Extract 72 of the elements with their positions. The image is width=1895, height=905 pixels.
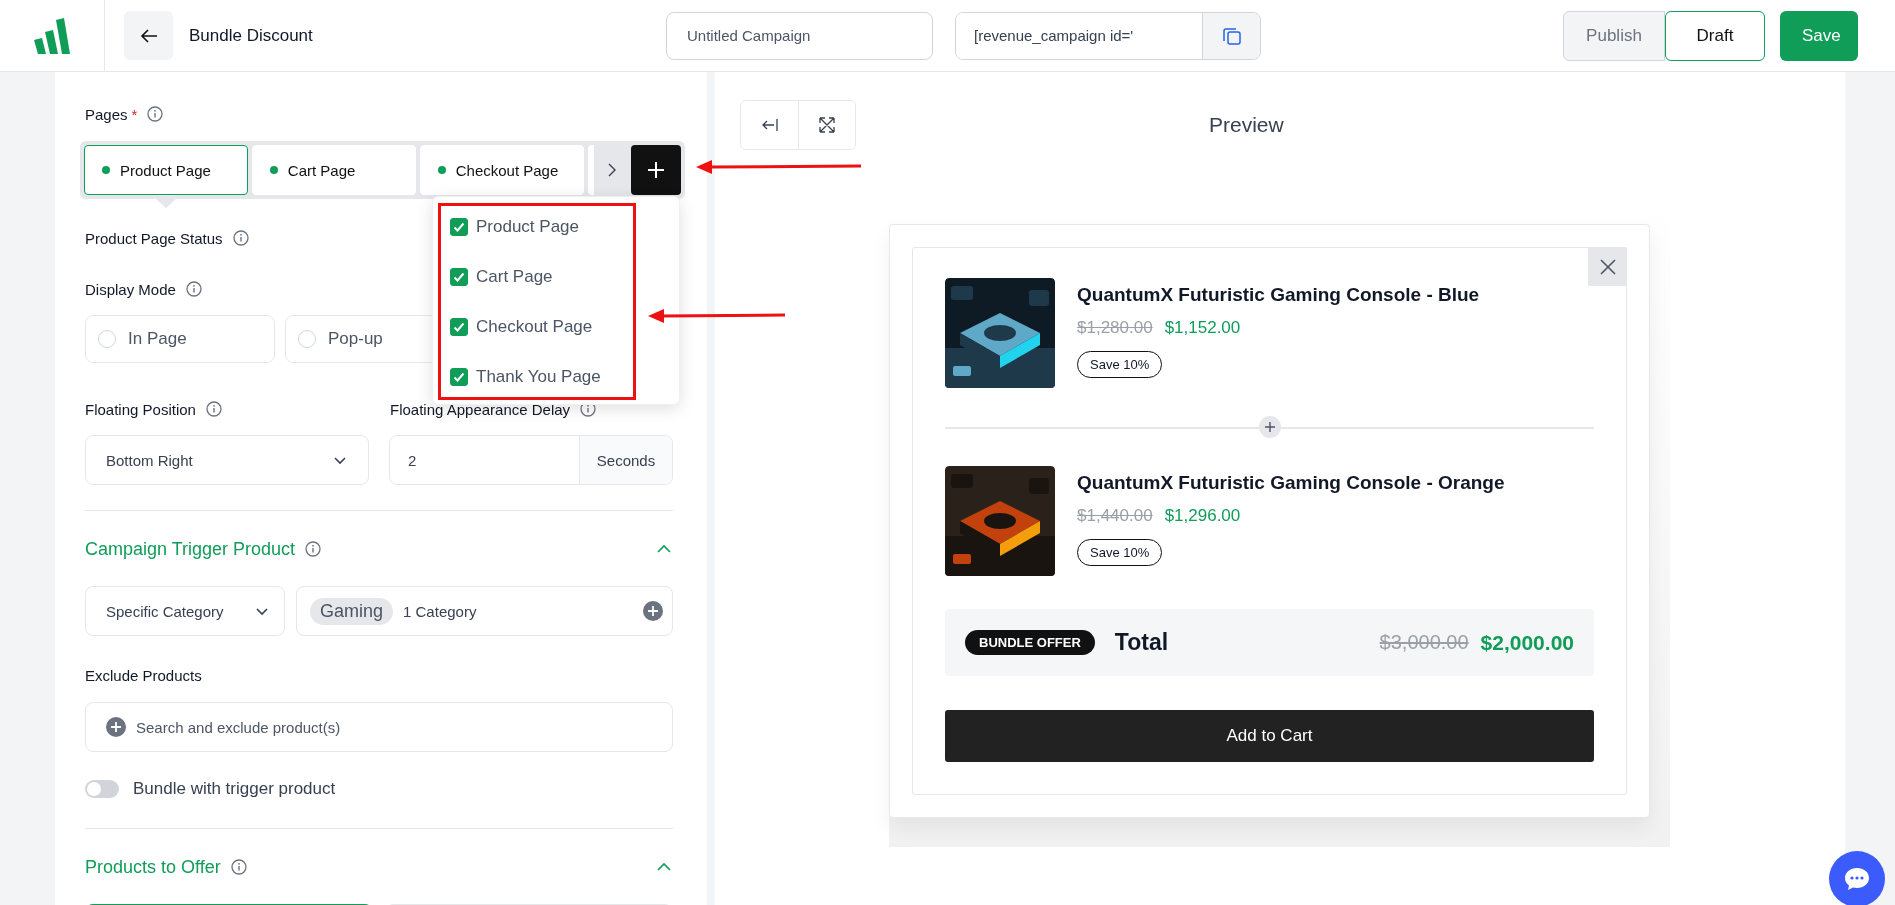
unit-label: Seconds — [579, 436, 672, 484]
page-tab[interactable]: Product Page — [84, 145, 248, 195]
checkbox[interactable] — [450, 368, 468, 386]
page-tab[interactable]: Cart Page — [251, 145, 416, 195]
add-product-button[interactable] — [1258, 416, 1281, 438]
checkbox[interactable] — [450, 318, 468, 336]
position-select[interactable]: Bottom Right — [85, 435, 370, 485]
chat-button[interactable] — [1829, 851, 1885, 905]
toggle-label: Bundle with trigger product — [133, 779, 336, 799]
plus-icon — [643, 601, 663, 621]
plus-icon — [646, 160, 667, 180]
checkbox[interactable] — [450, 218, 468, 236]
sale-price: $1,296.00 — [1164, 506, 1241, 526]
section-title: Campaign Trigger Product — [85, 538, 296, 560]
dropdown-item[interactable]: Product Page — [433, 202, 679, 252]
field-label: Display Mode — [85, 280, 176, 298]
info-icon — [205, 401, 222, 417]
total-price: $2,000.00 — [1480, 630, 1574, 655]
add-to-cart-button[interactable]: Add to Cart — [945, 710, 1594, 762]
sale-price: $1,152.00 — [1164, 318, 1241, 338]
page-title: Bundle Discount — [189, 25, 313, 46]
campaign-name-field[interactable]: Untitled Campaign — [666, 11, 933, 60]
info-icon — [305, 541, 322, 557]
chat-bubble-icon — [1843, 866, 1871, 892]
radio-option[interactable]: In Page — [85, 315, 275, 363]
publish-button[interactable]: Publish — [1563, 10, 1665, 61]
toggle-switch[interactable] — [85, 780, 119, 798]
add-page-button[interactable] — [631, 145, 681, 195]
back-button[interactable] — [124, 11, 173, 60]
check-icon — [453, 321, 465, 333]
required-mark: * — [131, 105, 138, 123]
section-title: Products to Offer — [85, 856, 221, 878]
info-icon — [185, 281, 202, 297]
field-label: Pages — [85, 105, 128, 123]
close-icon — [1598, 257, 1617, 276]
check-icon — [453, 221, 465, 233]
category-field[interactable]: Gaming 1 Category — [296, 586, 673, 636]
logo-icon — [32, 15, 72, 56]
original-price: $1,440.00 — [1077, 506, 1153, 526]
info-icon — [147, 106, 164, 122]
field-label: Floating Appearance Delay — [390, 400, 571, 418]
page-tab[interactable]: Checkout Page — [419, 145, 584, 195]
total-label: Total — [1114, 629, 1170, 656]
expand-icon — [817, 115, 837, 135]
offer-badge: BUNDLE OFFER — [965, 630, 1095, 655]
check-icon — [453, 371, 465, 383]
preview-title: Preview — [1209, 113, 1284, 137]
copy-button[interactable] — [1202, 12, 1260, 59]
original-total: $3,000.00 — [1379, 631, 1469, 654]
plus-icon — [1263, 421, 1276, 433]
product-name: QuantumX Futuristic Gaming Console - Orange — [1077, 472, 1505, 494]
field-label: Floating Position — [85, 400, 196, 418]
info-icon — [230, 859, 247, 875]
field-label: Exclude Products — [85, 666, 202, 684]
product-name: QuantumX Futuristic Gaming Console - Blue — [1077, 284, 1480, 306]
original-price: $1,280.00 — [1077, 318, 1153, 338]
delay-field[interactable]: 2 Seconds — [389, 435, 673, 485]
category-tag: Gaming — [310, 597, 394, 625]
dropdown-item[interactable]: Cart Page — [433, 252, 679, 302]
save-button[interactable]: Save — [1780, 10, 1858, 61]
category-count: 1 Category — [403, 602, 478, 620]
close-button[interactable] — [1588, 247, 1627, 286]
draft-button[interactable]: Draft — [1665, 10, 1765, 61]
fullscreen-button[interactable] — [798, 101, 855, 149]
checkbox[interactable] — [450, 268, 468, 286]
check-icon — [453, 271, 465, 283]
shortcode-field[interactable]: [revenue_campaign id=' — [955, 11, 1261, 60]
field-label: Product Page Status — [85, 229, 223, 247]
exclude-search-field[interactable]: Search and exclude product(s) — [85, 702, 673, 752]
plus-icon — [106, 717, 126, 737]
info-icon — [232, 230, 249, 246]
scope-select[interactable]: Specific Category — [85, 586, 285, 636]
